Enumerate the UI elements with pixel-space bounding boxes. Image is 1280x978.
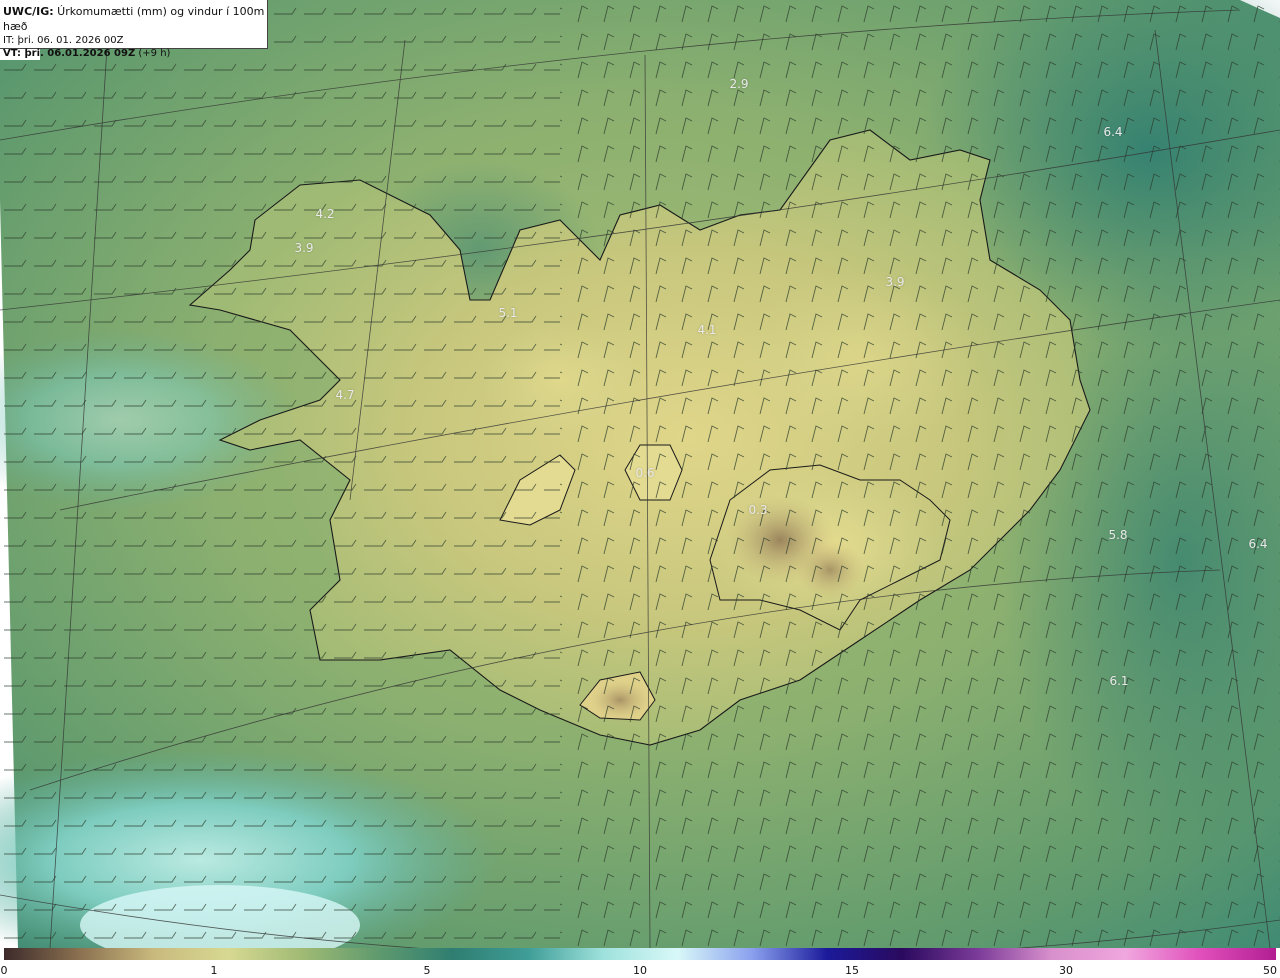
precip-value: 3.9 [294,241,314,255]
precip-value: 0.3 [748,503,768,517]
precip-value: 3.9 [885,275,905,289]
valid-time: þri. 06.01.2026 09Z [21,48,136,59]
issue-time: IT: þri. 06. 01. 2026 00Z [3,35,124,46]
precip-value: 6.4 [1103,125,1123,139]
colorbar-gradient [4,948,1276,960]
colorbar-tick: 30 [1059,964,1073,977]
colorbar-tick: 10 [633,964,647,977]
colorbar-tick: 50 [1263,964,1277,977]
precip-value: 4.7 [335,388,355,402]
precip-value: 4.2 [315,207,335,221]
colorbar-tick: 1 [210,964,218,977]
colorbar-tick: 5 [423,964,431,977]
valid-prefix: VT: [3,48,22,59]
precip-colorbar: 0 1 5 10 15 30 50 [0,948,1280,978]
precip-value: 5.1 [498,306,518,320]
precip-value: 6.1 [1109,674,1129,688]
product-title: UWC/IG: Úrkomumætti (mm) og vindur í 100… [3,4,267,34]
lead-time: (+9 h) [135,48,171,59]
weather-map[interactable]: 2.9 6.4 4.2 3.9 5.1 4.1 3.9 4.7 0.6 0.3 … [0,0,1280,948]
precip-value: 5.8 [1108,528,1128,542]
precip-value: 0.6 [635,466,655,480]
map-info-box: UWC/IG: Úrkomumætti (mm) og vindur í 100… [0,0,268,59]
valid-time-line: VT: þri. 06.01.2026 09Z (+9 h) [3,47,267,60]
precip-value: 2.9 [729,77,749,91]
precip-value: 6.4 [1248,537,1268,551]
colorbar-tick: 15 [845,964,859,977]
colorbar-tick: 0 [0,964,8,977]
model-name: UWC/IG: [3,5,54,18]
precip-value: 4.1 [697,323,717,337]
